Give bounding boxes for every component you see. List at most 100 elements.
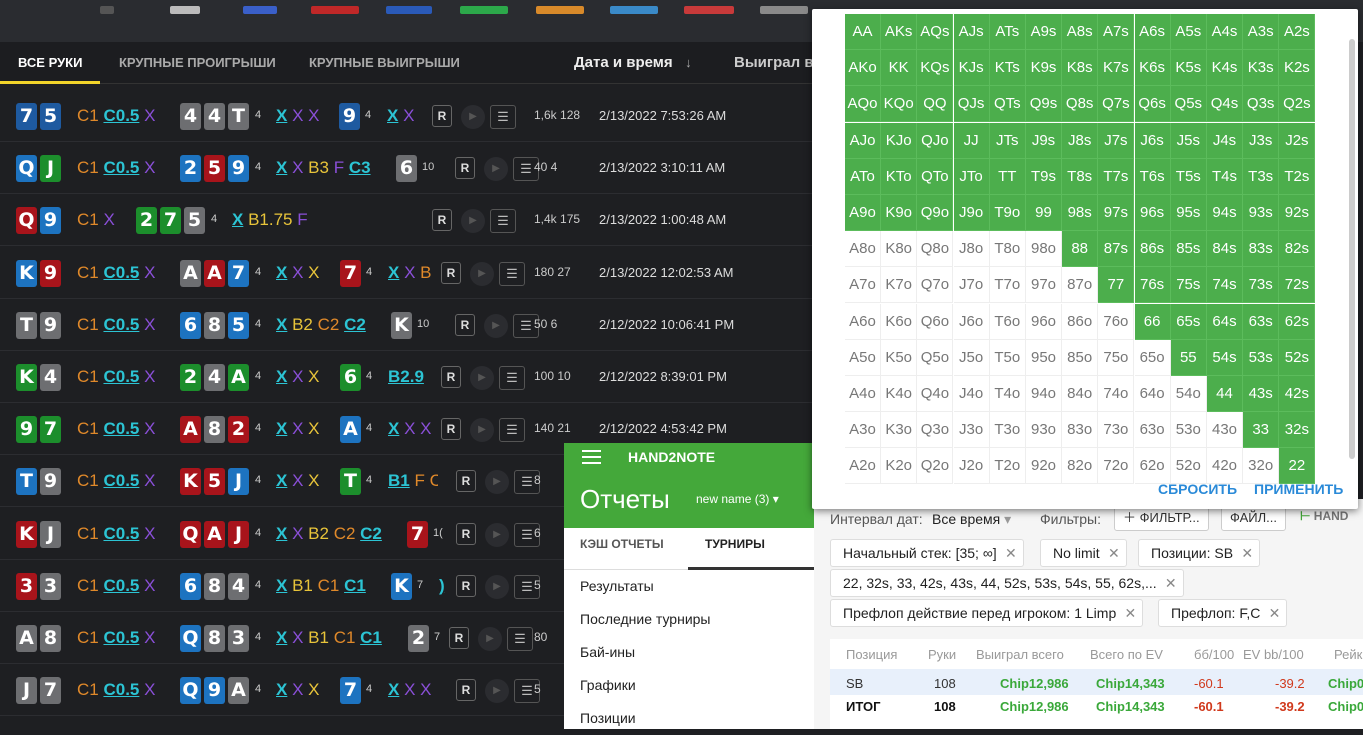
range-cell[interactable]: 88 [1062,231,1099,268]
range-cell[interactable]: AKs [881,14,918,50]
range-cell[interactable]: Q3o [917,412,954,449]
range-cell[interactable]: JJ [953,122,990,159]
hand-row[interactable]: K 9 C1 C0.5 X AA74X X X 74X X B R ▶ ☰ 180 27 2… [0,246,812,299]
range-cell[interactable]: 63o [1134,412,1171,449]
play-icon[interactable]: ▶ [484,157,508,182]
range-cell[interactable]: 33 [1243,412,1280,449]
range-cell[interactable]: 83s [1243,231,1280,268]
range-cell[interactable]: 77 [1098,267,1135,304]
range-cell[interactable]: Q5s [1170,86,1207,123]
play-icon[interactable]: ▶ [485,522,509,547]
range-cell[interactable]: A5o [845,339,881,376]
tab-cash-reports[interactable]: КЭШ ОТЧЕТЫ [580,528,664,570]
range-cell[interactable]: J5s [1170,122,1207,159]
range-cell[interactable]: JTs [989,122,1026,159]
range-cell[interactable]: KJs [953,50,990,87]
range-cell[interactable]: 92s [1279,195,1316,231]
close-icon[interactable]: ✕ [1241,540,1253,566]
range-cell[interactable]: K3s [1243,50,1280,87]
range-cell[interactable]: 52s [1279,339,1316,376]
reset-button[interactable]: СБРОСИТЬ [1158,481,1237,497]
range-cell[interactable]: 43o [1207,412,1243,449]
notes-icon[interactable]: ☰ [499,261,525,286]
range-cell[interactable]: 62s [1279,303,1316,340]
replay-r-button[interactable]: R [432,105,452,127]
notes-icon[interactable]: ☰ [499,418,525,443]
menu-item-buyins[interactable]: Бай-ины [564,636,814,669]
range-cell[interactable]: A8o [845,231,881,268]
close-icon[interactable]: ✕ [1125,600,1137,626]
range-cell[interactable]: 74o [1098,376,1135,412]
range-cell[interactable]: 43s [1243,376,1280,412]
range-cell[interactable]: Q3s [1243,86,1280,123]
range-cell[interactable]: Q2o [917,448,954,485]
range-cell[interactable]: J5o [953,339,990,376]
range-cell[interactable]: K6s [1134,50,1171,87]
menu-icon[interactable] [582,450,601,464]
range-cell[interactable]: T9s [1026,158,1062,195]
range-cell[interactable]: 92o [1026,448,1062,485]
range-cell[interactable]: T9o [989,195,1026,231]
interval-dropdown[interactable]: Все время ▾ [932,511,1011,528]
play-icon[interactable]: ▶ [461,209,485,234]
range-cell[interactable]: Q9s [1026,86,1062,123]
notes-icon[interactable]: ☰ [507,627,533,651]
range-cell[interactable]: AJo [845,122,881,159]
range-cell[interactable]: 22 [1279,448,1316,485]
range-cell[interactable]: J7s [1098,122,1135,159]
filter-chip[interactable]: Начальный стек: [35; ∞] ✕ [830,539,1024,567]
range-cell[interactable]: 73s [1243,267,1280,304]
range-cell[interactable]: A2o [845,448,881,485]
range-cell[interactable]: 93s [1243,195,1280,231]
range-cell[interactable]: K2s [1279,50,1316,87]
replay-r-button[interactable]: R [456,470,476,493]
range-cell[interactable]: Q7s [1098,86,1135,123]
notes-icon[interactable]: ☰ [490,209,516,234]
range-cell[interactable]: K5o [881,339,918,376]
menu-item-graphs[interactable]: Графики [564,669,814,702]
range-cell[interactable]: KJo [881,122,918,159]
replay-r-button[interactable]: R [449,627,469,649]
range-cell[interactable]: ATo [845,158,881,195]
play-icon[interactable]: ▶ [485,470,509,495]
range-cell[interactable]: 64o [1134,376,1171,412]
range-cell[interactable]: T7s [1098,158,1135,195]
range-cell[interactable]: 82s [1279,231,1316,268]
range-cell[interactable]: QTo [917,158,954,195]
range-cell[interactable]: Q8s [1062,86,1099,123]
range-cell[interactable]: K6o [881,303,918,340]
filter-chip[interactable]: Позиции: SB ✕ [1138,539,1261,567]
range-cell[interactable]: 95o [1026,339,1062,376]
range-cell[interactable]: KTo [881,158,918,195]
range-cell[interactable]: A6s [1134,14,1171,50]
range-cell[interactable]: QTs [989,86,1026,123]
close-icon[interactable]: ✕ [1269,600,1281,626]
hand-row[interactable]: K 4 C1 C0.5 X 24A4X X X 6 4 B2.9 R ▶ ☰ 100 10 2/… [0,351,812,403]
apply-button[interactable]: ПРИМЕНИТЬ [1254,481,1343,497]
replay-r-button[interactable]: R [441,366,461,388]
range-cell[interactable]: 55 [1170,339,1207,376]
range-cell[interactable]: J4s [1207,122,1243,159]
range-cell[interactable]: A7o [845,267,881,304]
range-cell[interactable]: 87o [1062,267,1099,304]
range-cell[interactable]: 85s [1170,231,1207,268]
range-cell[interactable]: A4s [1207,14,1243,50]
range-cell[interactable]: K5s [1170,50,1207,87]
range-cell[interactable]: T6o [989,303,1026,340]
range-cell[interactable]: 87s [1098,231,1135,268]
range-cell[interactable]: 32s [1279,412,1316,449]
hand-row[interactable]: T 9 C1 C0.5 X 6854X B2 C2 C2 K 10 R ▶ ☰ 50 6 2/1… [0,298,812,351]
range-cell[interactable]: 72s [1279,267,1316,304]
range-cell[interactable]: 83o [1062,412,1099,449]
range-cell[interactable]: 95s [1170,195,1207,231]
range-cell[interactable]: K8o [881,231,918,268]
replay-r-button[interactable]: R [455,157,475,180]
range-cell[interactable]: A3o [845,412,881,449]
menu-item-recent-tournaments[interactable]: Последние турниры [564,603,814,636]
range-cell[interactable]: J3s [1243,122,1280,159]
range-cell[interactable]: T4o [989,376,1026,412]
range-cell[interactable]: A5s [1170,14,1207,50]
range-cell[interactable]: K7o [881,267,918,304]
report-name-dropdown[interactable]: new name (3) ▾ [696,471,779,528]
range-cell[interactable]: 75o [1098,339,1135,376]
